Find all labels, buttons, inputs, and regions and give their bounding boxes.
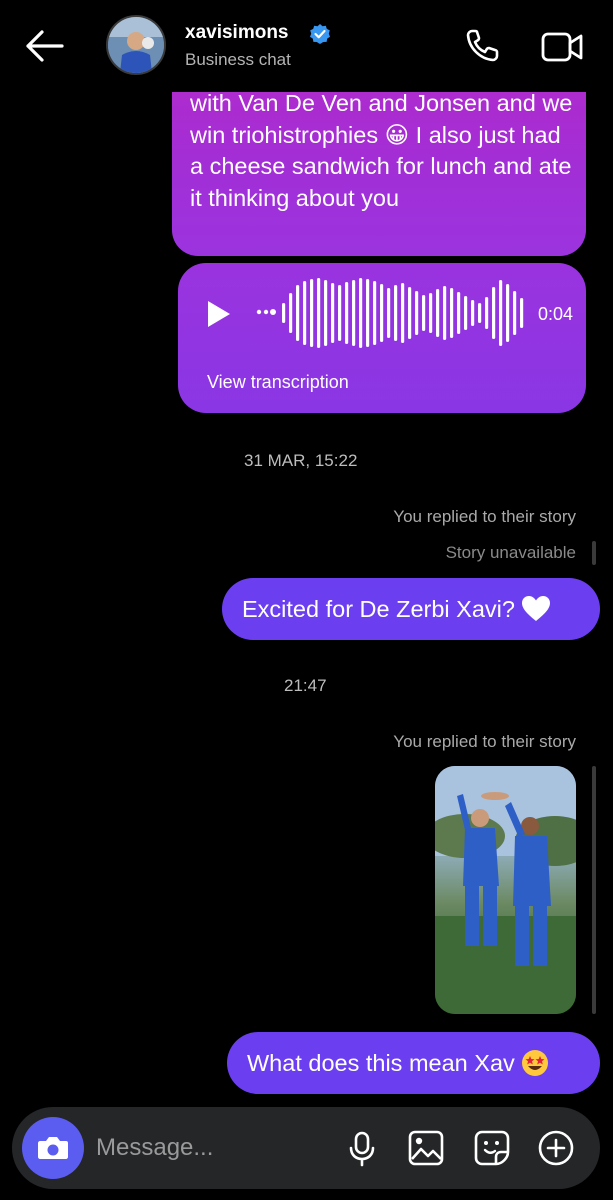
message-bubble-reply[interactable]: What does this mean Xav bbox=[227, 1032, 600, 1094]
message-text: with Van De Ven and Jonsen and we win tr… bbox=[190, 90, 573, 211]
gallery-icon[interactable] bbox=[406, 1128, 446, 1168]
timestamp: 21:47 bbox=[284, 676, 327, 695]
story-reply-label: You replied to their story bbox=[393, 732, 576, 751]
waveform-bar bbox=[499, 280, 503, 346]
story-unavailable-label: Story unavailable bbox=[445, 543, 576, 562]
waveform-bar bbox=[289, 293, 293, 333]
waveform-bar bbox=[387, 288, 391, 338]
waveform-bar bbox=[394, 285, 398, 341]
waveform-bar bbox=[345, 282, 349, 344]
waveform-bar bbox=[373, 281, 377, 345]
waveform-bar bbox=[520, 298, 524, 328]
story-reply-label: You replied to their story bbox=[393, 507, 576, 526]
chat-header: xavisimons Business chat bbox=[0, 0, 613, 92]
waveform-bar bbox=[506, 284, 510, 342]
waveform-dots-icon bbox=[256, 309, 276, 315]
message-text: What does this mean Xav bbox=[247, 1049, 515, 1076]
story-thumbnail[interactable] bbox=[435, 766, 576, 1014]
waveform-bar bbox=[450, 288, 454, 338]
waveform-bar bbox=[359, 278, 363, 348]
chat-subtitle: Business chat bbox=[185, 50, 291, 69]
waveform-bar bbox=[443, 286, 447, 340]
waveform-bar bbox=[366, 279, 370, 347]
waveform-bar bbox=[282, 303, 286, 323]
waveform-bar bbox=[338, 285, 342, 341]
waveform-bar bbox=[457, 292, 461, 334]
timestamp: 31 MAR, 15:22 bbox=[244, 451, 358, 470]
waveform-bar bbox=[352, 280, 356, 346]
voice-message-bubble[interactable]: 0:04 View transcription bbox=[178, 263, 586, 413]
waveform-bar bbox=[408, 287, 412, 339]
waveform-bar bbox=[331, 283, 335, 343]
star-struck-emoji-icon bbox=[521, 1050, 548, 1076]
waveform-bar bbox=[310, 279, 314, 347]
waveform-bar bbox=[513, 291, 517, 335]
avatar-image bbox=[108, 17, 164, 73]
back-arrow-icon[interactable] bbox=[22, 26, 66, 66]
story-image bbox=[435, 766, 576, 1014]
audio-waveform[interactable] bbox=[278, 277, 528, 349]
story-reply-bar bbox=[592, 766, 596, 1014]
plus-icon[interactable] bbox=[536, 1128, 576, 1168]
microphone-icon[interactable] bbox=[342, 1128, 382, 1168]
contact-username[interactable]: xavisimons bbox=[185, 22, 289, 44]
message-bubble-reply[interactable]: Excited for De Zerbi Xavi? bbox=[222, 578, 600, 640]
verified-badge-icon bbox=[310, 24, 330, 44]
waveform-bar bbox=[303, 281, 307, 345]
waveform-bar bbox=[464, 296, 468, 330]
avatar[interactable] bbox=[106, 15, 166, 75]
camera-icon bbox=[38, 1137, 68, 1159]
video-camera-icon[interactable] bbox=[538, 26, 586, 66]
waveform-bar bbox=[485, 297, 489, 329]
sticker-icon[interactable] bbox=[472, 1128, 512, 1168]
message-text: Excited for De Zerbi Xavi? bbox=[242, 595, 515, 622]
waveform-bar bbox=[296, 285, 300, 341]
play-icon[interactable] bbox=[206, 299, 232, 329]
waveform-bar bbox=[324, 280, 328, 346]
waveform-bar bbox=[471, 300, 475, 326]
waveform-bar bbox=[429, 293, 433, 333]
phone-icon[interactable] bbox=[462, 26, 506, 66]
story-reply-bar bbox=[592, 541, 596, 565]
waveform-bar bbox=[492, 287, 496, 339]
view-transcription-link[interactable]: View transcription bbox=[207, 372, 349, 393]
message-composer: Message... bbox=[12, 1107, 600, 1189]
waveform-bar bbox=[422, 295, 426, 331]
waveform-bar bbox=[436, 289, 440, 337]
waveform-bar bbox=[380, 284, 384, 342]
waveform-bar bbox=[478, 303, 482, 323]
voice-duration: 0:04 bbox=[538, 304, 574, 324]
camera-button[interactable] bbox=[22, 1117, 84, 1179]
waveform-bar bbox=[415, 291, 419, 335]
white-heart-icon bbox=[521, 596, 550, 621]
waveform-bar bbox=[317, 278, 321, 348]
waveform-bar bbox=[401, 283, 405, 343]
message-input[interactable]: Message... bbox=[96, 1134, 213, 1162]
